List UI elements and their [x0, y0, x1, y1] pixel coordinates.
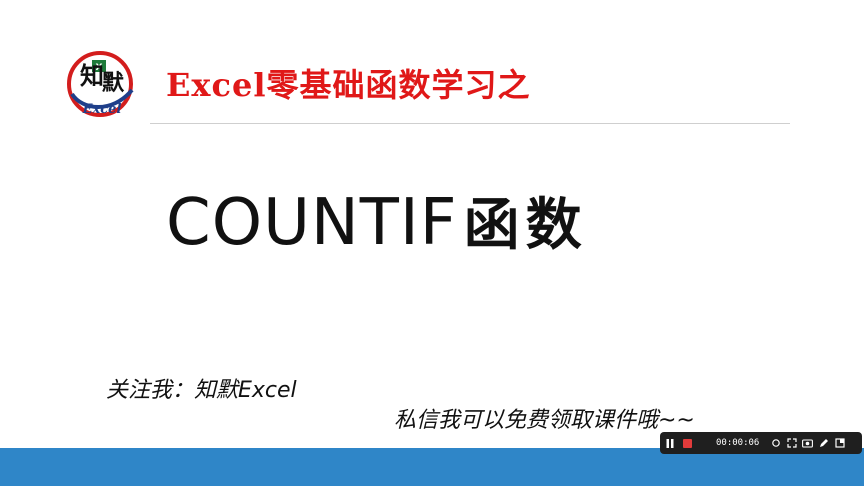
main-title-zh: 函数	[463, 192, 588, 258]
pause-icon[interactable]	[664, 437, 676, 449]
stop-icon[interactable]	[681, 437, 693, 449]
screenshot-icon[interactable]	[802, 438, 814, 449]
main-title-en: COUNTIF	[166, 186, 458, 260]
logo-glyph-1: 知	[80, 61, 104, 90]
camera-focus-icon[interactable]	[770, 438, 781, 449]
promo-text: 私信我可以免费领取课件哦~~	[394, 408, 695, 433]
recorder-toolbar: 00:00:06	[660, 432, 862, 454]
logo-wordmark: Excel	[82, 102, 122, 117]
logo-glyph-2: 默	[102, 70, 125, 96]
recording-time: 00:00:06	[716, 438, 760, 448]
header-divider	[150, 123, 790, 124]
window-icon[interactable]	[834, 438, 845, 449]
follow-text: 关注我：知默Excel	[106, 378, 297, 403]
logo: X 知 默 Excel	[62, 46, 138, 126]
fullscreen-icon[interactable]	[786, 438, 797, 449]
header-title: Excel零基础函数学习之	[166, 66, 531, 104]
main-title: COUNTIF 函数	[166, 180, 588, 261]
pen-icon[interactable]	[818, 438, 829, 449]
logo-emblem-icon: X 知 默 Excel	[67, 51, 134, 117]
